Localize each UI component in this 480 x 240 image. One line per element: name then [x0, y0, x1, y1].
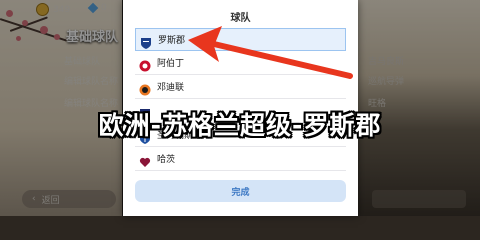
video-caption: 欧洲-苏格兰超级-罗斯郡 [98, 111, 382, 140]
